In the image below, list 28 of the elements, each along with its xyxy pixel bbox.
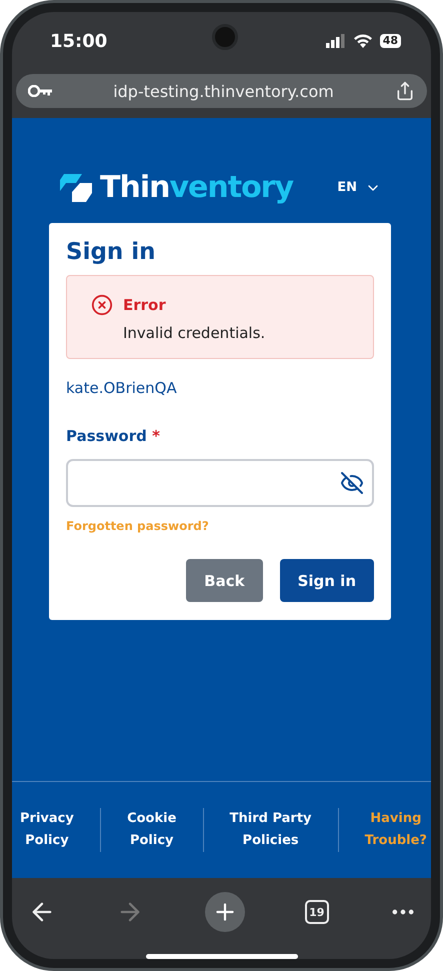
footer-link[interactable]: Having Trouble? xyxy=(362,808,429,852)
wifi-icon xyxy=(352,34,373,48)
address-bar[interactable]: idp-testing.thinventory.com xyxy=(16,74,427,108)
footer-link[interactable]: Cookie Policy xyxy=(125,808,178,852)
error-icon xyxy=(91,294,113,316)
signal-icon xyxy=(326,34,346,48)
error-title: Error xyxy=(123,296,166,314)
eye-off-icon[interactable] xyxy=(340,471,364,495)
camera-icon xyxy=(212,24,238,50)
url-text: idp-testing.thinventory.com xyxy=(113,82,334,100)
key-icon xyxy=(28,85,52,97)
sign-in-title: Sign in xyxy=(66,239,157,265)
battery-indicator: 48 xyxy=(380,34,401,48)
footer-link[interactable]: Third Party Policies xyxy=(228,808,314,852)
status-time: 15:00 xyxy=(50,30,108,52)
logo-text: Thinventory xyxy=(100,170,294,205)
username-text: kate.OBrienQA xyxy=(66,379,178,397)
tab-count-button[interactable]: 19 xyxy=(304,900,329,924)
password-label: Password * xyxy=(66,427,161,445)
error-message: Invalid credentials. xyxy=(122,324,266,342)
sign-in-button[interactable]: Sign in xyxy=(280,559,374,602)
footer-link[interactable]: Privacy Policy xyxy=(18,808,76,852)
share-icon[interactable] xyxy=(395,81,415,101)
back-button[interactable]: Back xyxy=(186,559,263,602)
logo-icon xyxy=(58,172,94,204)
password-field[interactable] xyxy=(66,459,374,507)
language-selector[interactable]: EN xyxy=(337,180,381,196)
new-tab-button[interactable] xyxy=(204,892,244,932)
